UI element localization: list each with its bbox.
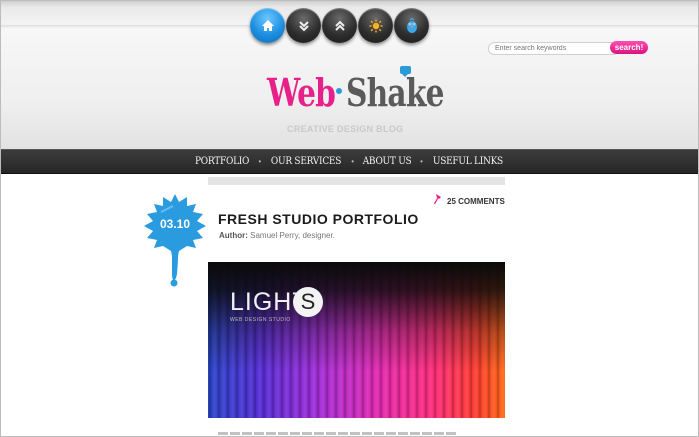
nav-item-about-us[interactable]: ABOUT US (363, 156, 412, 167)
nav-separator: • (420, 157, 423, 166)
theme-button[interactable] (358, 8, 393, 43)
nav-separator: • (258, 157, 262, 166)
logo-dot (336, 88, 342, 94)
twitter-button[interactable] (394, 8, 429, 43)
author-label: Author: (219, 231, 248, 240)
main-navigation: PORTFOLIO • OUR SERVICES • ABOUT US • US… (1, 149, 698, 174)
chevron-double-down-icon (298, 20, 310, 32)
home-icon (261, 19, 275, 32)
post-title[interactable]: FRESH STUDIO PORTFOLIO (218, 211, 419, 227)
date-badge: 03.10 (143, 194, 207, 290)
nav-item-useful-links[interactable]: USEFUL LINKS (433, 156, 503, 167)
post-excerpt-preview (218, 432, 458, 435)
pin-icon (433, 192, 443, 210)
logo-text-web: Web (267, 70, 336, 115)
site-tagline: CREATIVE DESIGN BLOG (287, 124, 404, 134)
bird-icon (405, 17, 419, 34)
sun-icon (369, 19, 383, 33)
comments-link[interactable]: 25 COMMENTS (433, 194, 505, 208)
speech-bubble-icon (400, 66, 411, 77)
post-author: Author: Samuel Perry, designer. (219, 231, 335, 240)
author-name: Samuel Perry, designer. (250, 231, 335, 240)
search-input[interactable] (488, 42, 620, 55)
logo-text-shake: Shake (346, 70, 444, 115)
lights-circle-letter: S (293, 287, 323, 317)
chevron-double-up-icon (334, 20, 346, 32)
nav-item-portfolio[interactable]: PORTFOLIO (195, 156, 249, 167)
nav-separator: • (351, 157, 355, 166)
lights-subtitle: WEB DESIGN STUDIO (230, 317, 291, 323)
scroll-up-button[interactable] (322, 8, 357, 43)
scroll-down-button[interactable] (286, 8, 321, 43)
comments-count: 25 COMMENTS (447, 196, 505, 206)
content-top-band (208, 177, 505, 185)
nav-item-our-services[interactable]: OUR SERVICES (271, 156, 341, 167)
splash-icon (144, 194, 206, 287)
site-logo[interactable]: Web Shake (267, 63, 444, 123)
page: search! Web Shake CREATIVE DESIGN BLOG P… (0, 0, 699, 437)
post-featured-image[interactable]: LIGHT S WEB DESIGN STUDIO (208, 262, 505, 418)
post-date: 03.10 (159, 217, 191, 231)
search-button[interactable]: search! (610, 41, 648, 54)
home-button[interactable] (250, 8, 285, 43)
